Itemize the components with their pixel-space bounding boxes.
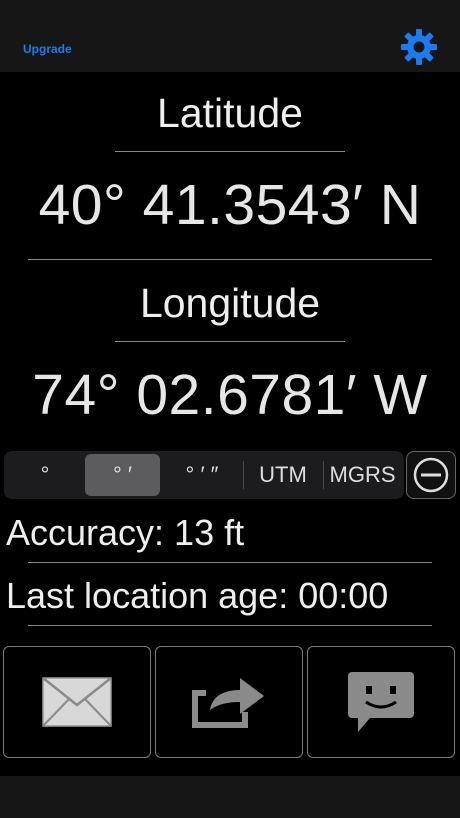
- format-segmented-control: ° ° ′ ° ′ ″ UTM MGRS: [4, 451, 404, 499]
- latitude-value: 40° 41.3543′ N: [38, 173, 422, 237]
- share-icon: [192, 678, 264, 728]
- envelope-icon: [42, 677, 112, 727]
- longitude-label: Longitude: [139, 280, 321, 326]
- latitude-divider: [28, 259, 432, 260]
- location-age-text: Last location age: 00:00: [6, 575, 389, 616]
- hide-button[interactable]: [406, 451, 456, 499]
- format-degrees-minutes-seconds-option[interactable]: ° ′ ″: [162, 454, 242, 496]
- longitude-label-divider: [115, 341, 345, 342]
- minus-circle-icon: [413, 457, 449, 493]
- format-utm-option[interactable]: UTM: [244, 454, 322, 496]
- format-mgrs-option[interactable]: MGRS: [324, 454, 401, 496]
- accuracy-divider: [28, 562, 432, 563]
- longitude-value: 74° 02.6781′ W: [32, 363, 428, 427]
- latitude-label-divider: [115, 151, 345, 152]
- top-bar: Upgrade: [0, 0, 460, 72]
- gear-icon[interactable]: [400, 28, 438, 66]
- location-age-divider: [28, 625, 432, 626]
- email-button[interactable]: [3, 646, 151, 758]
- latitude-label: Latitude: [157, 90, 303, 136]
- format-degrees-minutes-option[interactable]: ° ′: [85, 454, 160, 496]
- share-button[interactable]: [155, 646, 303, 758]
- bottom-bar: [0, 776, 460, 818]
- message-button[interactable]: [307, 646, 455, 758]
- accuracy-text: Accuracy: 13 ft: [6, 512, 245, 553]
- upgrade-link[interactable]: Upgrade: [23, 42, 72, 56]
- message-bubble-icon: [348, 672, 414, 732]
- format-degrees-option[interactable]: °: [7, 454, 83, 496]
